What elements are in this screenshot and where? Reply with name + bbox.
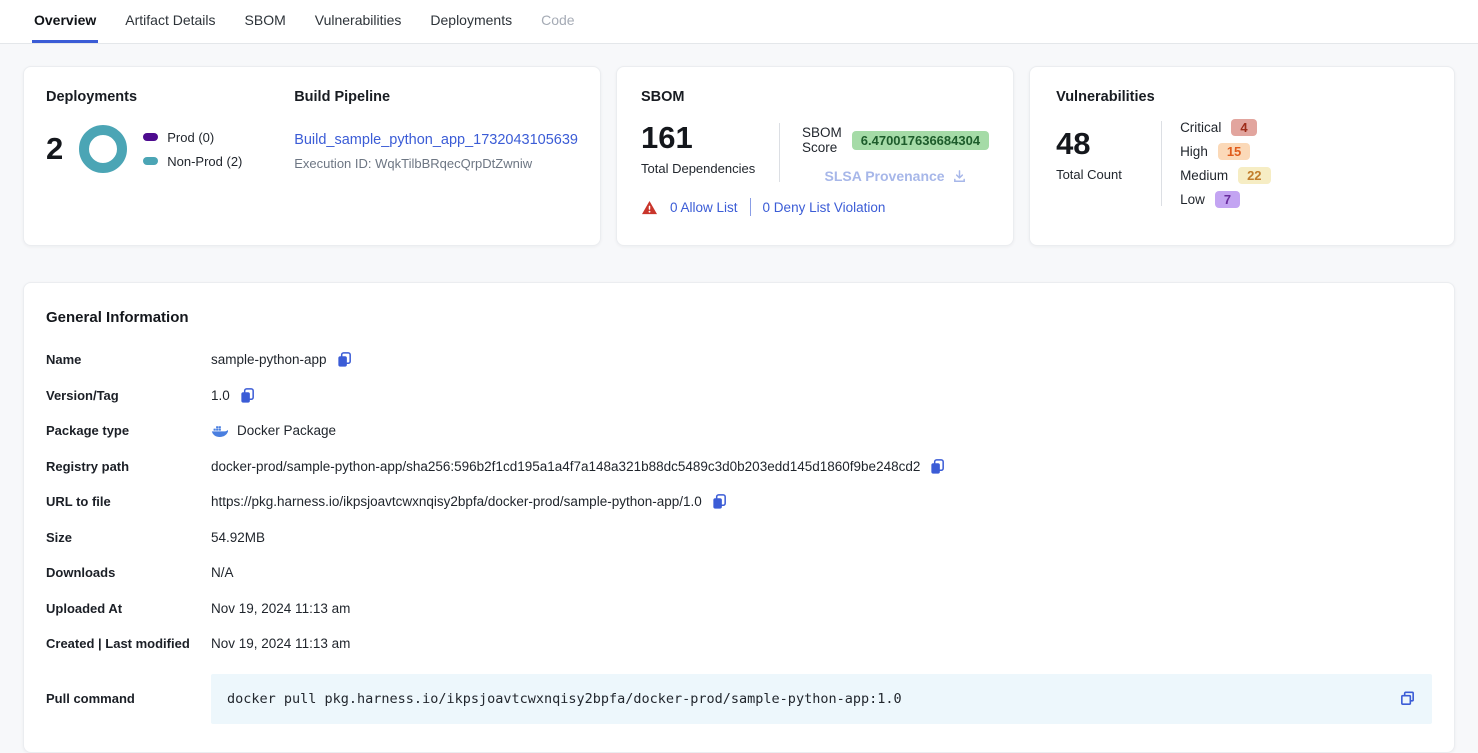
critical-count-badge: 4: [1231, 119, 1256, 136]
copy-icon[interactable]: [711, 493, 728, 510]
general-information-title: General Information: [46, 309, 1432, 326]
name-label: Name: [46, 352, 211, 367]
sbom-total-label: Total Dependencies: [641, 161, 779, 176]
vulnerabilities-title: Vulnerabilities: [1056, 89, 1428, 105]
severity-row-medium: Medium 22: [1180, 167, 1270, 184]
low-label: Low: [1180, 192, 1205, 207]
download-icon: [952, 169, 967, 184]
size-label: Size: [46, 530, 211, 545]
page-content: Deployments 2 Prod (0) Non-Prod (2): [0, 44, 1478, 753]
tab-sbom[interactable]: SBOM: [243, 0, 288, 43]
warning-triangle-icon: [641, 200, 658, 215]
execution-id-text: Execution ID: WqkTilbBRqecQrpDtZwniw: [294, 156, 578, 171]
medium-label: Medium: [1180, 168, 1228, 183]
sbom-score-label: SBOM Score: [802, 125, 842, 155]
row-created-modified: Created | Last modified Nov 19, 2024 11:…: [46, 626, 1432, 662]
copy-icon[interactable]: [929, 458, 946, 475]
allow-list-link[interactable]: 0 Allow List: [670, 200, 738, 215]
copy-icon[interactable]: [239, 387, 256, 404]
low-count-badge: 7: [1215, 191, 1240, 208]
severity-list: Critical 4 High 15 Medium 22 Low 7: [1162, 119, 1270, 208]
name-value: sample-python-app: [211, 352, 327, 367]
vulnerabilities-card: Vulnerabilities 48 Total Count Critical …: [1029, 66, 1455, 246]
row-size: Size 54.92MB: [46, 520, 1432, 556]
sbom-total-count: 161: [641, 121, 779, 155]
row-url-to-file: URL to file https://pkg.harness.io/ikpsj…: [46, 484, 1432, 520]
deployments-card: Deployments 2 Prod (0) Non-Prod (2): [23, 66, 601, 246]
deployments-legend: Prod (0) Non-Prod (2): [143, 130, 242, 169]
package-type-value: Docker Package: [237, 423, 336, 438]
vulnerabilities-totals: 48 Total Count: [1056, 119, 1161, 208]
high-label: High: [1180, 144, 1208, 159]
tab-code: Code: [539, 0, 576, 43]
size-value: 54.92MB: [211, 530, 265, 545]
tab-overview[interactable]: Overview: [32, 0, 98, 43]
severity-row-critical: Critical 4: [1180, 119, 1270, 136]
row-pull-command: Pull command docker pull pkg.harness.io/…: [46, 674, 1432, 724]
row-name: Name sample-python-app: [46, 342, 1432, 378]
medium-count-badge: 22: [1238, 167, 1270, 184]
vulnerabilities-total-label: Total Count: [1056, 167, 1161, 182]
row-downloads: Downloads N/A: [46, 555, 1432, 591]
sbom-title: SBOM: [641, 89, 989, 105]
build-pipeline-title: Build Pipeline: [294, 89, 578, 105]
deny-list-link[interactable]: 0 Deny List Violation: [763, 200, 886, 215]
tab-vulnerabilities[interactable]: Vulnerabilities: [313, 0, 404, 43]
severity-row-high: High 15: [1180, 143, 1270, 160]
docker-whale-icon: [211, 424, 228, 438]
deployments-donut-chart: [79, 125, 127, 173]
build-pipeline-link[interactable]: Build_sample_python_app_1732043105639: [294, 132, 578, 148]
version-label: Version/Tag: [46, 388, 211, 403]
package-type-label: Package type: [46, 423, 211, 438]
copy-outline-icon[interactable]: [1399, 690, 1416, 707]
sbom-score-section: SBOM Score 6.470017636684304 SLSA Proven…: [780, 121, 989, 184]
created-modified-label: Created | Last modified: [46, 636, 211, 651]
created-modified-value: Nov 19, 2024 11:13 am: [211, 636, 350, 651]
version-value: 1.0: [211, 388, 230, 403]
url-to-file-label: URL to file: [46, 494, 211, 509]
pull-command-value: docker pull pkg.harness.io/ikpsjoavtcwxn…: [227, 691, 902, 707]
critical-label: Critical: [1180, 120, 1221, 135]
summary-cards-row: Deployments 2 Prod (0) Non-Prod (2): [23, 66, 1455, 246]
prod-swatch: [143, 133, 158, 141]
registry-path-value: docker-prod/sample-python-app/sha256:596…: [211, 459, 920, 474]
legend-item-nonprod: Non-Prod (2): [143, 154, 242, 169]
sbom-links-separator: [750, 198, 751, 216]
sbom-policy-links: 0 Allow List 0 Deny List Violation: [641, 198, 989, 216]
slsa-provenance-link[interactable]: SLSA Provenance: [802, 168, 989, 184]
slsa-provenance-label: SLSA Provenance: [824, 168, 944, 184]
row-version: Version/Tag 1.0: [46, 378, 1432, 414]
uploaded-at-value: Nov 19, 2024 11:13 am: [211, 601, 350, 616]
sbom-score-badge: 6.470017636684304: [852, 131, 989, 150]
registry-path-label: Registry path: [46, 459, 211, 474]
deployments-section: Deployments 2 Prod (0) Non-Prod (2): [46, 89, 272, 223]
pull-command-label: Pull command: [46, 691, 211, 706]
nonprod-swatch: [143, 157, 158, 165]
row-package-type: Package type Docker Package: [46, 413, 1432, 449]
sbom-totals: 161 Total Dependencies: [641, 121, 779, 184]
build-pipeline-section: Build Pipeline Build_sample_python_app_1…: [272, 89, 578, 223]
url-to-file-value: https://pkg.harness.io/ikpsjoavtcwxnqisy…: [211, 494, 702, 509]
general-information-card: General Information Name sample-python-a…: [23, 282, 1455, 753]
copy-icon[interactable]: [336, 351, 353, 368]
tab-bar: Overview Artifact Details SBOM Vulnerabi…: [0, 0, 1478, 44]
tab-artifact-details[interactable]: Artifact Details: [123, 0, 217, 43]
legend-nonprod-label: Non-Prod (2): [167, 154, 242, 169]
legend-prod-label: Prod (0): [167, 130, 214, 145]
downloads-label: Downloads: [46, 565, 211, 580]
row-uploaded-at: Uploaded At Nov 19, 2024 11:13 am: [46, 591, 1432, 627]
row-registry-path: Registry path docker-prod/sample-python-…: [46, 449, 1432, 485]
pull-command-box: docker pull pkg.harness.io/ikpsjoavtcwxn…: [211, 674, 1432, 724]
deployments-total-count: 2: [46, 131, 63, 167]
downloads-value: N/A: [211, 565, 234, 580]
tab-deployments[interactable]: Deployments: [428, 0, 514, 43]
uploaded-at-label: Uploaded At: [46, 601, 211, 616]
severity-row-low: Low 7: [1180, 191, 1270, 208]
deployments-title: Deployments: [46, 89, 272, 105]
sbom-card: SBOM 161 Total Dependencies SBOM Score 6…: [616, 66, 1014, 246]
vulnerabilities-total-count: 48: [1056, 127, 1161, 161]
high-count-badge: 15: [1218, 143, 1250, 160]
legend-item-prod: Prod (0): [143, 130, 242, 145]
